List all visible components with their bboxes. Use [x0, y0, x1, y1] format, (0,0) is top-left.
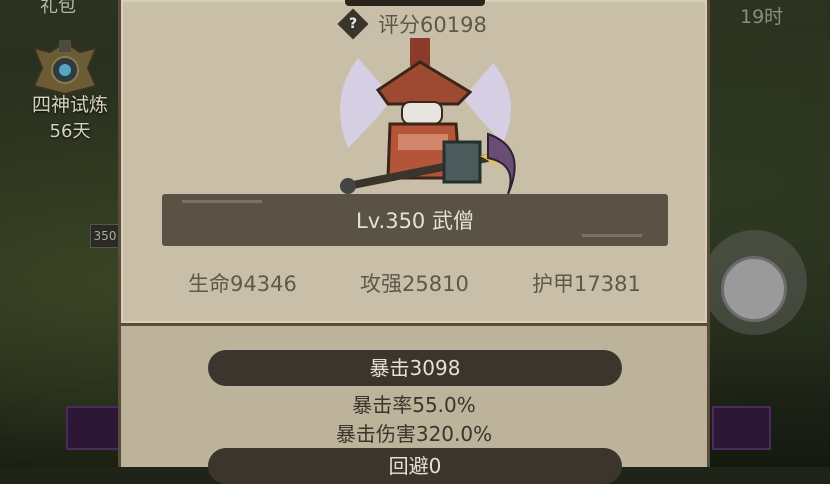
bar-streak — [582, 234, 642, 237]
level-class-bar: Lv.350 武僧 — [162, 194, 668, 246]
armor-stat: 护甲17381 — [532, 272, 641, 296]
dodge-header: 回避0 — [208, 448, 622, 484]
score-value: 评分60198 — [378, 13, 487, 37]
attack-stat: 攻强25810 — [360, 272, 469, 296]
time-label: 19时 — [740, 6, 784, 28]
monk-hero-sprite — [340, 38, 516, 195]
crit-rate: 暴击率55.0% — [352, 393, 476, 417]
four-gods-trial-icon[interactable] — [30, 38, 100, 96]
help-icon[interactable]: ? — [337, 8, 369, 40]
hp-stat: 生命94346 — [188, 272, 297, 296]
score-row: ? 评分60198 — [336, 8, 487, 40]
stats-row: 生命94346 攻强25810 护甲17381 — [118, 268, 710, 298]
level-badge: 350 — [90, 224, 120, 248]
bar-streak — [182, 200, 262, 203]
left-skill-slot[interactable] — [66, 406, 125, 450]
panel-top-tab — [345, 0, 485, 6]
trial-name: 四神试炼 — [31, 94, 108, 116]
trial-days-remaining: 56天 — [49, 121, 91, 142]
crit-damage: 暴击伤害320.0% — [335, 422, 493, 446]
right-skill-slot[interactable] — [712, 406, 771, 450]
gift-pack-label[interactable]: 礼包 — [40, 0, 76, 18]
level-class-label: Lv.350 武僧 — [356, 209, 474, 233]
joystick-knob[interactable] — [721, 256, 787, 322]
crit-header: 暴击3098 — [208, 350, 622, 386]
